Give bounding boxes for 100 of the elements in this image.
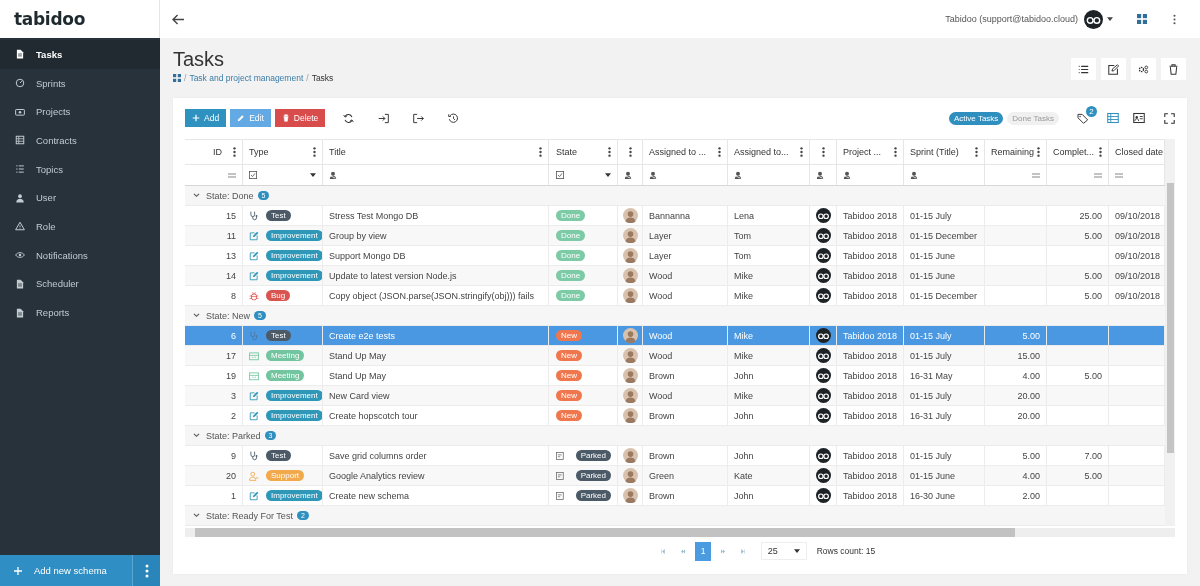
sidebar-item[interactable]: Contracts (0, 126, 160, 155)
table-cell: 5.00 (1084, 470, 1102, 481)
caret-icon[interactable] (605, 173, 611, 177)
type-tag: Improvement (266, 230, 322, 241)
page-size-select[interactable]: 25 (760, 542, 807, 560)
sidebar-item[interactable]: Notifications (0, 240, 160, 270)
column-menu-icon[interactable] (628, 147, 632, 157)
type-tag: Test (266, 210, 291, 221)
column-menu-icon[interactable] (539, 147, 542, 157)
column-header[interactable]: Sprint (Title) (910, 147, 972, 157)
column-header[interactable]: Complet... (1053, 147, 1096, 157)
column-header[interactable]: Title (329, 147, 536, 157)
stethoscope-icon (249, 330, 259, 341)
column-menu-icon[interactable] (1037, 147, 1040, 157)
vertical-scrollbar[interactable] (1165, 139, 1175, 526)
table-cell: 9 (231, 450, 236, 461)
sidebar-item[interactable]: Role (0, 212, 160, 241)
column-header[interactable]: ID (191, 147, 230, 157)
filter-tab[interactable]: Active Tasks (949, 111, 1004, 125)
group-label: State: Done (206, 190, 254, 201)
table-cell: 09/10/2018 (1115, 270, 1161, 281)
caret-icon[interactable] (1107, 17, 1113, 21)
table-cell: 20 (226, 470, 236, 481)
column-header[interactable]: Remaining (990, 147, 1034, 157)
filter-icon[interactable] (816, 171, 824, 179)
column-header[interactable]: Assigned to... (734, 147, 797, 157)
table-row[interactable]: 20 Support Google Analytics review Parked Green Kate Tabidoo 2018 01-15 June 4.00 5.00 (185, 466, 1165, 486)
edit-button[interactable] (1101, 58, 1126, 80)
apps-icon[interactable] (173, 74, 181, 82)
column-menu-icon[interactable] (233, 147, 236, 157)
table-row[interactable]: 17 Meeting Stand Up May New Wood Mike Tabidoo 2018 01-15 July 15.00 (185, 346, 1165, 366)
table-row[interactable]: 3 Improvement New Card view New Wood Mike Tabidoo 2018 01-15 July 20.00 (185, 386, 1165, 406)
table-cell: Brown (649, 410, 675, 421)
filter-icon[interactable] (910, 171, 918, 179)
eyes-avatar-icon (815, 208, 831, 223)
list-button[interactable] (1071, 58, 1096, 80)
table-cell: 09/10/2018 (1115, 210, 1161, 221)
chevron-icon[interactable] (193, 313, 200, 318)
table-row[interactable]: 14 Improvement Update to latest version Node.js Done Wood Mike Tabidoo 2018 01-15 June 5.00 09/10/2018 (185, 266, 1165, 286)
sidebar-item[interactable]: Topics (0, 154, 160, 184)
tag-icon[interactable] (1077, 112, 1090, 124)
pencil-icon (237, 114, 246, 122)
user-icon (249, 470, 259, 481)
column-menu-icon[interactable] (821, 147, 825, 157)
user-name[interactable]: Tabidoo (support@tabidoo.cloud) (945, 14, 1078, 24)
sidebar-item[interactable]: User (0, 183, 160, 213)
add-schema-button[interactable]: Add new schema (0, 555, 132, 586)
delete-button[interactable] (1161, 58, 1186, 80)
back-arrow-icon[interactable] (172, 13, 185, 25)
filter-icon[interactable] (329, 171, 337, 179)
import-icon[interactable] (378, 112, 390, 124)
column-menu-icon[interactable] (800, 147, 803, 157)
column-menu-icon[interactable] (1099, 147, 1102, 157)
table-row[interactable]: 6 Test Create e2e tests New Wood Mike Tabidoo 2018 01-15 July 5.00 (185, 326, 1165, 346)
horizontal-scrollbar[interactable] (185, 528, 1175, 537)
filter-icon[interactable] (624, 171, 632, 179)
table-row[interactable]: 11 Improvement Group by view Done Layer Tom Tabidoo 2018 01-15 December 5.00 09/10/2018 (185, 226, 1165, 246)
column-header[interactable]: Project ... (843, 147, 891, 157)
settings-button[interactable] (1131, 58, 1156, 80)
column-menu-icon[interactable] (894, 147, 897, 157)
sidebar-item[interactable]: Projects (0, 97, 160, 127)
column-menu-icon[interactable] (718, 147, 721, 157)
column-menu-icon[interactable] (313, 147, 316, 157)
filter-icon[interactable] (734, 171, 742, 179)
column-header[interactable]: Type (249, 147, 310, 157)
breadcrumb-link[interactable]: Task and project management (189, 73, 304, 83)
filter-icon[interactable] (649, 171, 657, 179)
chevron-icon[interactable] (193, 513, 200, 518)
checkbox-icon[interactable] (249, 171, 257, 179)
column-menu-icon[interactable] (608, 147, 611, 157)
sidebar-item[interactable]: Scheduler (0, 269, 160, 299)
chevron-icon[interactable] (193, 433, 200, 438)
refresh-icon[interactable] (343, 112, 355, 124)
delete-button[interactable]: Delete (274, 109, 326, 127)
table-cell: 6 (231, 330, 236, 341)
eyes-avatar-icon[interactable] (1084, 9, 1103, 29)
history-icon[interactable] (448, 112, 460, 124)
apps-icon[interactable] (1137, 14, 1147, 24)
chevron-icon[interactable] (193, 193, 200, 198)
column-header[interactable]: Closed date (1115, 147, 1164, 157)
sidebar-item[interactable]: Reports (0, 298, 160, 327)
column-header[interactable]: Assigned to ... (649, 147, 715, 157)
caret-icon (793, 549, 800, 553)
fullscreen-icon[interactable] (1164, 112, 1175, 124)
state-tag: Done (556, 290, 586, 301)
column-menu-icon[interactable] (975, 147, 978, 157)
caret-icon[interactable] (310, 173, 316, 177)
export-icon[interactable] (413, 112, 425, 124)
checkbox-icon[interactable] (556, 171, 564, 179)
add-button[interactable]: Add (185, 109, 227, 127)
sidebar-item[interactable]: Tasks (0, 40, 160, 69)
table-cell: Kate (734, 470, 753, 481)
filter-icon[interactable] (843, 171, 851, 179)
type-tag: Bug (266, 290, 291, 301)
sidebar-item[interactable]: Sprints (0, 68, 160, 98)
column-header[interactable]: State (556, 147, 605, 157)
table-cell: 01-15 June (910, 270, 956, 281)
table-cell: 16-31 May (910, 370, 953, 381)
kebab-icon[interactable] (1173, 13, 1176, 25)
avatar-icon (622, 248, 638, 263)
